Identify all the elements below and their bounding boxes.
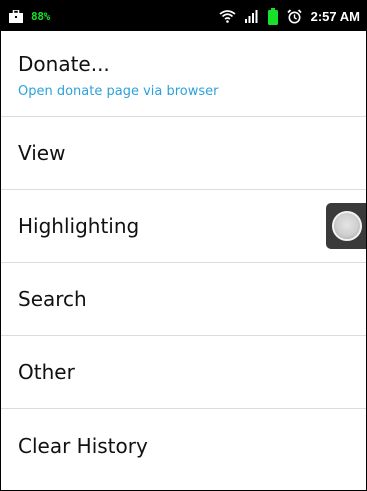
pref-title: Clear History <box>18 433 148 458</box>
pref-title: Other <box>18 360 75 384</box>
pref-item-highlighting[interactable]: Highlighting <box>1 190 366 263</box>
wifi-icon <box>219 9 236 23</box>
pref-title: Donate... <box>18 52 110 76</box>
preferences-list: Donate... Open donate page via browser V… <box>1 31 366 482</box>
pref-title: View <box>18 141 66 165</box>
scroll-knob-icon <box>332 211 362 241</box>
battery-percent-text: 88% <box>31 9 50 23</box>
status-bar: 88% 2:57 AM <box>1 1 366 31</box>
alarm-icon <box>286 8 302 24</box>
pref-title: Search <box>18 287 87 311</box>
settings-screen: 88% 2:57 AM Donate... Open donate page v… <box>0 0 367 491</box>
pref-item-search[interactable]: Search <box>1 263 366 336</box>
clock-time: 2:57 AM <box>310 8 360 24</box>
pref-title: Highlighting <box>18 214 140 238</box>
pref-item-donate[interactable]: Donate... Open donate page via browser <box>1 31 366 117</box>
signal-icon <box>244 9 259 23</box>
pref-summary: Open donate page via browser <box>18 84 219 99</box>
pref-item-other[interactable]: Other <box>1 336 366 409</box>
pref-item-view[interactable]: View <box>1 117 366 190</box>
battery-icon <box>267 7 278 25</box>
pref-item-clear-history[interactable]: Clear History <box>1 409 366 482</box>
briefcase-icon <box>9 9 23 23</box>
fast-scroll-handle[interactable] <box>326 203 366 249</box>
